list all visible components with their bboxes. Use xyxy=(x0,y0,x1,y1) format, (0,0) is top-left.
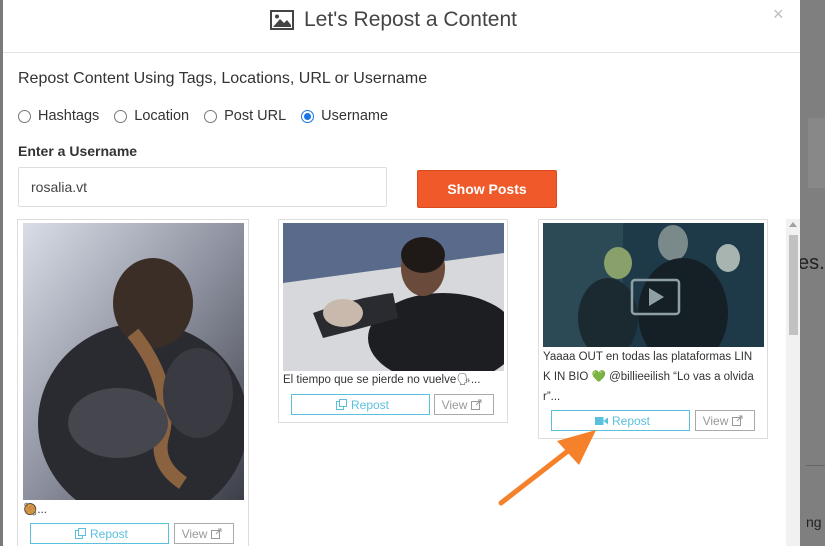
background-text-2: ng xyxy=(806,514,822,530)
radio-location[interactable] xyxy=(114,109,128,123)
repost-button[interactable]: Repost xyxy=(30,523,169,544)
modal-title-text: Let's Repost a Content xyxy=(304,8,517,31)
view-button[interactable]: View xyxy=(434,394,494,415)
post-card: Yaaaa OUT en todas las plataformas LIN K… xyxy=(538,219,768,439)
caption-line: K IN BIO 💚 @billieeilish “Lo vas a olvid… xyxy=(543,371,754,383)
option-label: Post URL xyxy=(224,108,287,124)
option-label: Username xyxy=(321,108,389,124)
image-icon xyxy=(270,10,294,30)
post-caption: 🥘... xyxy=(23,504,47,516)
radio-hashtags[interactable] xyxy=(18,109,31,123)
view-button[interactable]: View xyxy=(695,410,755,431)
background-strip xyxy=(808,118,825,188)
post-caption: El tiempo que se pierde no vuelve🗣... xyxy=(283,374,481,386)
show-posts-button[interactable]: Show Posts xyxy=(417,170,557,208)
radio-username[interactable] xyxy=(301,109,315,123)
repost-modal: Let's Repost a Content × Repost Content … xyxy=(3,0,800,546)
scrollbar-thumb[interactable] xyxy=(789,235,798,335)
repost-label: Repost xyxy=(350,397,390,412)
view-label: View xyxy=(181,526,208,541)
posts-scrollbar[interactable] xyxy=(786,219,800,546)
modal-title: Let's Repost a Content xyxy=(270,8,517,32)
external-link-icon xyxy=(471,399,482,410)
repost-label: Repost xyxy=(89,526,129,541)
post-caption: Yaaaa OUT en todas las plataformas LIN K… xyxy=(543,347,754,407)
option-location[interactable]: Location xyxy=(114,108,189,124)
scroll-up-arrow-icon[interactable] xyxy=(789,222,797,227)
view-button[interactable]: View xyxy=(174,523,234,544)
background-divider xyxy=(806,465,825,466)
background-text: es. xyxy=(798,252,825,274)
view-label: View xyxy=(441,397,468,412)
caption-line: Yaaaa OUT en todas las plataformas LIN xyxy=(543,351,753,363)
post-image[interactable] xyxy=(283,223,504,371)
option-label: Hashtags xyxy=(38,108,100,124)
copy-icon xyxy=(74,528,86,539)
close-icon[interactable]: × xyxy=(773,4,784,25)
caption-line: r”... xyxy=(543,391,561,403)
radio-post-url[interactable] xyxy=(204,109,218,123)
option-username[interactable]: Username xyxy=(301,108,388,124)
copy-icon xyxy=(335,399,347,410)
option-hashtags[interactable]: Hashtags xyxy=(18,108,99,124)
repost-label: Repost xyxy=(611,413,651,428)
post-card: 🥘... Repost View xyxy=(17,219,249,546)
view-label: View xyxy=(702,413,729,428)
external-link-icon xyxy=(732,415,743,426)
post-image[interactable] xyxy=(23,223,244,500)
post-video[interactable] xyxy=(543,223,764,347)
annotation-arrow xyxy=(498,430,596,506)
source-options: Hashtags Location Post URL Username xyxy=(18,108,403,124)
option-label: Location xyxy=(134,108,190,124)
modal-header: Let's Repost a Content × xyxy=(3,0,800,53)
post-card: El tiempo que se pierde no vuelve🗣... Re… xyxy=(278,219,508,423)
username-label: Enter a Username xyxy=(18,143,138,159)
username-input[interactable] xyxy=(18,167,387,207)
modal-subtitle: Repost Content Using Tags, Locations, UR… xyxy=(18,70,428,87)
video-camera-icon xyxy=(594,416,608,425)
external-link-icon xyxy=(211,528,222,539)
repost-button[interactable]: Repost xyxy=(291,394,430,415)
option-post-url[interactable]: Post URL xyxy=(204,108,286,124)
